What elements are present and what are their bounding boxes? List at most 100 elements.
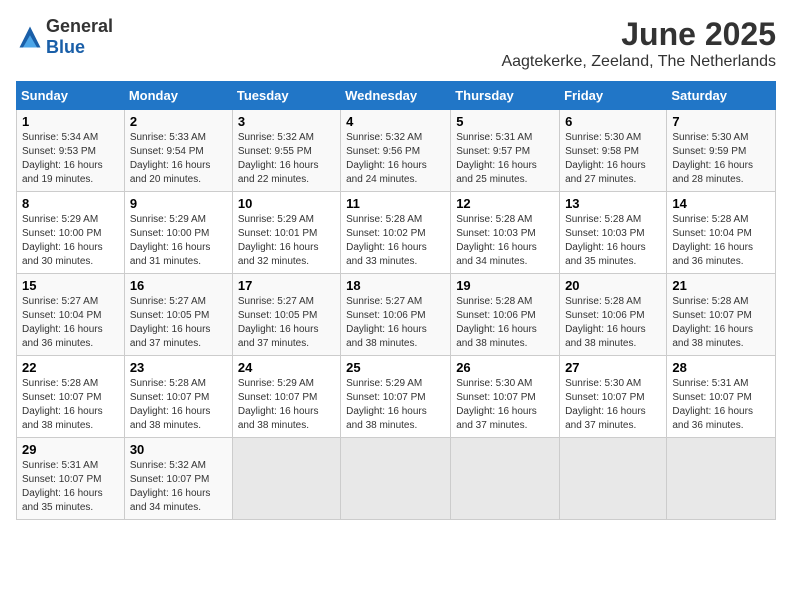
day-info: Sunrise: 5:28 AM Sunset: 10:07 PM Daylig… xyxy=(130,377,227,433)
day-number: 5 xyxy=(456,114,554,129)
calendar-cell: 1 Sunrise: 5:34 AM Sunset: 9:53 PM Daylig… xyxy=(17,110,125,192)
day-info: Sunrise: 5:28 AM Sunset: 10:03 PM Daylig… xyxy=(565,213,661,269)
calendar-cell: 19 Sunrise: 5:28 AM Sunset: 10:06 PM Dayl… xyxy=(451,274,560,356)
header-row: Sunday Monday Tuesday Wednesday Thursday… xyxy=(17,82,776,110)
calendar-cell xyxy=(667,438,776,520)
day-number: 13 xyxy=(565,196,661,211)
day-info: Sunrise: 5:31 AM Sunset: 10:07 PM Daylig… xyxy=(22,459,119,515)
day-number: 17 xyxy=(238,278,335,293)
calendar-table: Sunday Monday Tuesday Wednesday Thursday… xyxy=(16,81,776,520)
day-number: 7 xyxy=(672,114,770,129)
col-wednesday: Wednesday xyxy=(341,82,451,110)
logo: General Blue xyxy=(16,16,113,58)
col-thursday: Thursday xyxy=(451,82,560,110)
day-number: 12 xyxy=(456,196,554,211)
day-info: Sunrise: 5:29 AM Sunset: 10:00 PM Daylig… xyxy=(22,213,119,269)
day-info: Sunrise: 5:34 AM Sunset: 9:53 PM Dayligh… xyxy=(22,131,119,187)
calendar-week-2: 15 Sunrise: 5:27 AM Sunset: 10:04 PM Dayl… xyxy=(17,274,776,356)
logo-text-general: General xyxy=(46,16,113,36)
col-saturday: Saturday xyxy=(667,82,776,110)
logo-text-blue: Blue xyxy=(46,37,85,57)
day-number: 16 xyxy=(130,278,227,293)
calendar-cell: 23 Sunrise: 5:28 AM Sunset: 10:07 PM Dayl… xyxy=(124,356,232,438)
day-number: 15 xyxy=(22,278,119,293)
day-info: Sunrise: 5:32 AM Sunset: 10:07 PM Daylig… xyxy=(130,459,227,515)
day-info: Sunrise: 5:30 AM Sunset: 9:58 PM Dayligh… xyxy=(565,131,661,187)
day-info: Sunrise: 5:29 AM Sunset: 10:00 PM Daylig… xyxy=(130,213,227,269)
day-number: 6 xyxy=(565,114,661,129)
day-number: 9 xyxy=(130,196,227,211)
day-info: Sunrise: 5:28 AM Sunset: 10:04 PM Daylig… xyxy=(672,213,770,269)
day-number: 26 xyxy=(456,360,554,375)
calendar-body: 1 Sunrise: 5:34 AM Sunset: 9:53 PM Daylig… xyxy=(17,110,776,520)
col-monday: Monday xyxy=(124,82,232,110)
day-number: 30 xyxy=(130,442,227,457)
day-number: 21 xyxy=(672,278,770,293)
day-number: 1 xyxy=(22,114,119,129)
calendar-cell: 12Sunrise: 5:28 AM Sunset: 10:03 PM Dayl… xyxy=(451,192,560,274)
logo-icon xyxy=(16,23,44,51)
day-number: 2 xyxy=(130,114,227,129)
calendar-cell: 5Sunrise: 5:31 AM Sunset: 9:57 PM Daylig… xyxy=(451,110,560,192)
calendar-cell xyxy=(232,438,340,520)
day-number: 10 xyxy=(238,196,335,211)
day-info: Sunrise: 5:32 AM Sunset: 9:55 PM Dayligh… xyxy=(238,131,335,187)
day-info: Sunrise: 5:33 AM Sunset: 9:54 PM Dayligh… xyxy=(130,131,227,187)
day-info: Sunrise: 5:30 AM Sunset: 9:59 PM Dayligh… xyxy=(672,131,770,187)
day-number: 22 xyxy=(22,360,119,375)
calendar-cell: 7 Sunrise: 5:30 AM Sunset: 9:59 PM Daylig… xyxy=(667,110,776,192)
day-number: 25 xyxy=(346,360,445,375)
col-friday: Friday xyxy=(560,82,667,110)
calendar-cell: 29 Sunrise: 5:31 AM Sunset: 10:07 PM Dayl… xyxy=(17,438,125,520)
calendar-cell: 15 Sunrise: 5:27 AM Sunset: 10:04 PM Dayl… xyxy=(17,274,125,356)
day-number: 28 xyxy=(672,360,770,375)
calendar-cell: 17 Sunrise: 5:27 AM Sunset: 10:05 PM Dayl… xyxy=(232,274,340,356)
day-info: Sunrise: 5:28 AM Sunset: 10:07 PM Daylig… xyxy=(672,295,770,351)
main-title: June 2025 xyxy=(501,16,776,53)
calendar-cell: 25 Sunrise: 5:29 AM Sunset: 10:07 PM Dayl… xyxy=(341,356,451,438)
calendar-cell: 16 Sunrise: 5:27 AM Sunset: 10:05 PM Dayl… xyxy=(124,274,232,356)
calendar-cell: 14Sunrise: 5:28 AM Sunset: 10:04 PM Dayl… xyxy=(667,192,776,274)
calendar-cell: 30 Sunrise: 5:32 AM Sunset: 10:07 PM Dayl… xyxy=(124,438,232,520)
calendar-cell: 10 Sunrise: 5:29 AM Sunset: 10:01 PM Dayl… xyxy=(232,192,340,274)
calendar-cell: 3 Sunrise: 5:32 AM Sunset: 9:55 PM Daylig… xyxy=(232,110,340,192)
day-number: 4 xyxy=(346,114,445,129)
calendar-cell xyxy=(451,438,560,520)
day-info: Sunrise: 5:30 AM Sunset: 10:07 PM Daylig… xyxy=(456,377,554,433)
day-info: Sunrise: 5:31 AM Sunset: 10:07 PM Daylig… xyxy=(672,377,770,433)
day-info: Sunrise: 5:27 AM Sunset: 10:05 PM Daylig… xyxy=(238,295,335,351)
day-info: Sunrise: 5:27 AM Sunset: 10:05 PM Daylig… xyxy=(130,295,227,351)
calendar-cell: 8 Sunrise: 5:29 AM Sunset: 10:00 PM Dayli… xyxy=(17,192,125,274)
day-number: 3 xyxy=(238,114,335,129)
day-info: Sunrise: 5:28 AM Sunset: 10:02 PM Daylig… xyxy=(346,213,445,269)
day-info: Sunrise: 5:29 AM Sunset: 10:07 PM Daylig… xyxy=(238,377,335,433)
calendar-cell: 9 Sunrise: 5:29 AM Sunset: 10:00 PM Dayli… xyxy=(124,192,232,274)
day-number: 19 xyxy=(456,278,554,293)
day-info: Sunrise: 5:27 AM Sunset: 10:04 PM Daylig… xyxy=(22,295,119,351)
calendar-cell: 18Sunrise: 5:27 AM Sunset: 10:06 PM Dayl… xyxy=(341,274,451,356)
day-info: Sunrise: 5:29 AM Sunset: 10:07 PM Daylig… xyxy=(346,377,445,433)
calendar-cell: 6 Sunrise: 5:30 AM Sunset: 9:58 PM Daylig… xyxy=(560,110,667,192)
col-sunday: Sunday xyxy=(17,82,125,110)
day-number: 8 xyxy=(22,196,119,211)
day-info: Sunrise: 5:32 AM Sunset: 9:56 PM Dayligh… xyxy=(346,131,445,187)
calendar-week-1: 8 Sunrise: 5:29 AM Sunset: 10:00 PM Dayli… xyxy=(17,192,776,274)
day-number: 29 xyxy=(22,442,119,457)
day-number: 11 xyxy=(346,196,445,211)
calendar-cell: 2 Sunrise: 5:33 AM Sunset: 9:54 PM Daylig… xyxy=(124,110,232,192)
day-number: 27 xyxy=(565,360,661,375)
calendar-week-0: 1 Sunrise: 5:34 AM Sunset: 9:53 PM Daylig… xyxy=(17,110,776,192)
day-info: Sunrise: 5:28 AM Sunset: 10:06 PM Daylig… xyxy=(456,295,554,351)
calendar-cell: 4 Sunrise: 5:32 AM Sunset: 9:56 PM Daylig… xyxy=(341,110,451,192)
col-tuesday: Tuesday xyxy=(232,82,340,110)
page-header: General Blue June 2025 Aagtekerke, Zeela… xyxy=(16,16,776,71)
day-number: 23 xyxy=(130,360,227,375)
day-number: 20 xyxy=(565,278,661,293)
day-number: 18 xyxy=(346,278,445,293)
calendar-cell: 20 Sunrise: 5:28 AM Sunset: 10:06 PM Dayl… xyxy=(560,274,667,356)
calendar-cell xyxy=(560,438,667,520)
calendar-cell: 11 Sunrise: 5:28 AM Sunset: 10:02 PM Dayl… xyxy=(341,192,451,274)
calendar-cell: 28 Sunrise: 5:31 AM Sunset: 10:07 PM Dayl… xyxy=(667,356,776,438)
day-info: Sunrise: 5:29 AM Sunset: 10:01 PM Daylig… xyxy=(238,213,335,269)
day-info: Sunrise: 5:28 AM Sunset: 10:06 PM Daylig… xyxy=(565,295,661,351)
